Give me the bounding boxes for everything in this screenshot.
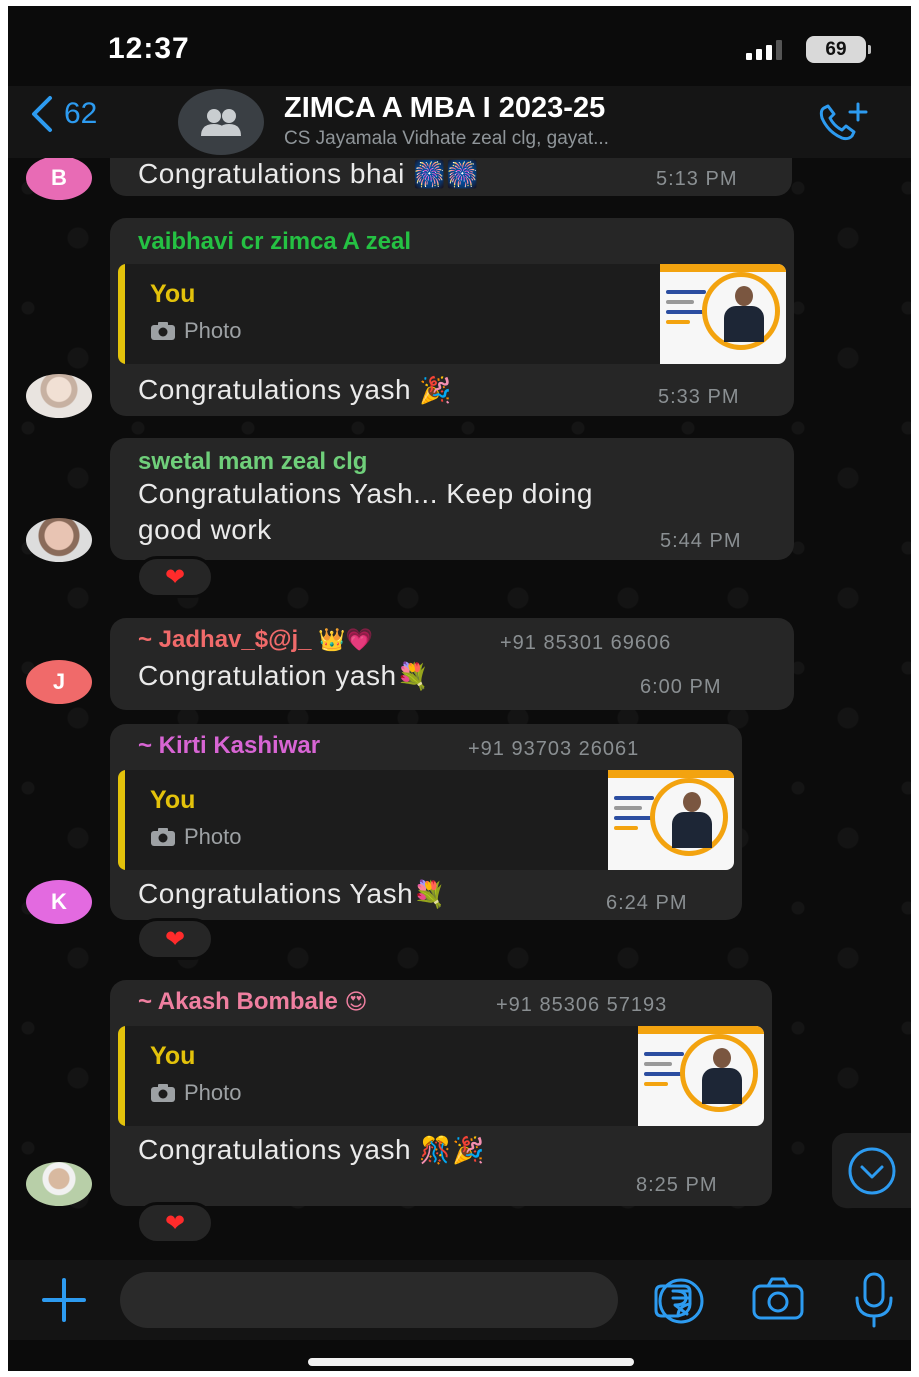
heart-reaction[interactable]: ❤: [136, 556, 214, 598]
status-time: 12:37: [108, 32, 190, 65]
avatar[interactable]: B: [26, 158, 92, 200]
message-time: 5:13 PM: [656, 168, 738, 190]
avatar[interactable]: K: [26, 880, 92, 924]
thumbnail-portrait: [672, 792, 712, 848]
heart-reaction[interactable]: ❤: [136, 1202, 214, 1244]
sender-phone: +91 85301 69606: [500, 632, 672, 654]
message-time: 8:25 PM: [636, 1174, 718, 1196]
quote-label: Photo: [150, 824, 242, 850]
avatar[interactable]: [26, 1162, 92, 1206]
thumbnail-portrait: [702, 1048, 742, 1104]
thumbnail-text-lines: [614, 796, 654, 836]
thumbnail-text-lines: [666, 290, 706, 330]
quote-bar: [118, 1026, 125, 1126]
message-text: Congratulations Yash💐: [138, 878, 447, 909]
message-text: Congratulations Yash... Keep doing: [138, 478, 593, 509]
chevron-left-icon: [32, 96, 52, 132]
message-bubble[interactable]: ~ Jadhav_$@j_ 👑💗 +91 85301 69606 Congrat…: [110, 618, 794, 710]
sender-phone: +91 85306 57193: [496, 994, 668, 1016]
avatar[interactable]: [26, 374, 92, 418]
chevron-down-icon: [848, 1147, 896, 1195]
message-text: Congratulations yash 🎊🎉: [138, 1134, 486, 1165]
message-text: good work: [138, 514, 272, 545]
call-add-icon[interactable]: [814, 100, 874, 146]
sender-name[interactable]: swetal mam zeal clg: [138, 448, 367, 476]
back-button[interactable]: 62: [26, 94, 97, 134]
message-bubble[interactable]: vaibhavi cr zimca A zeal You Photo Congr…: [110, 218, 794, 416]
composer-bar: [8, 1260, 911, 1340]
quote-bar: [118, 264, 125, 364]
thumbnail-accent: [660, 264, 786, 272]
scroll-to-bottom-button[interactable]: [832, 1133, 911, 1208]
camera-small-icon: [151, 828, 175, 846]
chat-subtitle[interactable]: CS Jayamala Vidhate zeal clg, gayat...: [284, 128, 794, 150]
message-time: 5:33 PM: [658, 386, 740, 408]
home-indicator[interactable]: [308, 1358, 634, 1366]
message-time: 6:24 PM: [606, 892, 688, 914]
phone-screen: 12:37 69 62 ZIMCA A MBA I 2023-25 CS Jay…: [8, 6, 911, 1371]
quote-label: Photo: [150, 1080, 242, 1106]
quote-author: You: [150, 1042, 196, 1070]
unread-count: 62: [64, 97, 98, 130]
avatar[interactable]: J: [26, 660, 92, 704]
quoted-message[interactable]: You Photo: [118, 264, 786, 364]
message-bubble[interactable]: swetal mam zeal clg Congratulations Yash…: [110, 438, 794, 560]
sender-name[interactable]: ~ Kirti Kashiwar: [138, 732, 320, 760]
signal-icon: [746, 40, 782, 60]
group-avatar-icon[interactable]: [178, 89, 264, 155]
camera-small-icon: [151, 1084, 175, 1102]
sender-name[interactable]: ~ Jadhav_$@j_ 👑💗: [138, 626, 373, 654]
message-text: Congratulations yash 🎉: [138, 374, 453, 405]
quoted-message[interactable]: You Photo: [118, 1026, 764, 1126]
quote-label: Photo: [150, 318, 242, 344]
message-input[interactable]: [120, 1272, 692, 1328]
mic-icon[interactable]: [850, 1270, 898, 1330]
chat-header: 62 ZIMCA A MBA I 2023-25 CS Jayamala Vid…: [8, 86, 911, 158]
message-bubble[interactable]: Congratulations bhai 🎆🎆 5:13 PM: [110, 158, 792, 196]
thumbnail-accent: [608, 770, 734, 778]
status-bar: 12:37 69: [8, 6, 911, 86]
camera-icon[interactable]: [750, 1274, 806, 1324]
quote-author: You: [150, 786, 196, 814]
plus-icon[interactable]: [38, 1274, 90, 1326]
thumbnail-accent: [638, 1026, 764, 1034]
thumbnail-portrait: [724, 286, 764, 342]
message-bubble[interactable]: ~ Kirti Kashiwar +91 93703 26061 You Pho…: [110, 724, 742, 920]
heart-reaction[interactable]: ❤: [136, 918, 214, 960]
sender-phone: +91 93703 26061: [468, 738, 640, 760]
rupee-icon[interactable]: [656, 1276, 706, 1326]
sender-name[interactable]: vaibhavi cr zimca A zeal: [138, 228, 411, 256]
message-text: Congratulation yash💐: [138, 660, 430, 691]
sender-name[interactable]: ~ Akash Bombale 😍: [138, 988, 367, 1016]
avatar[interactable]: [26, 518, 92, 562]
thumbnail-text-lines: [644, 1052, 684, 1092]
chat-title[interactable]: ZIMCA A MBA I 2023-25: [284, 92, 605, 125]
quoted-message[interactable]: You Photo: [118, 770, 734, 870]
photo-thumbnail[interactable]: [660, 264, 786, 364]
quote-author: You: [150, 280, 196, 308]
photo-thumbnail[interactable]: [638, 1026, 764, 1126]
quote-bar: [118, 770, 125, 870]
chat-messages[interactable]: B Congratulations bhai 🎆🎆 5:13 PM vaibha…: [8, 158, 911, 1260]
message-text: Congratulations bhai 🎆🎆: [138, 158, 479, 189]
camera-small-icon: [151, 322, 175, 340]
battery-icon: 69: [806, 36, 871, 63]
photo-thumbnail[interactable]: [608, 770, 734, 870]
message-bubble[interactable]: ~ Akash Bombale 😍 +91 85306 57193 You Ph…: [110, 980, 772, 1206]
message-time: 6:00 PM: [640, 676, 722, 698]
message-time: 5:44 PM: [660, 530, 742, 552]
